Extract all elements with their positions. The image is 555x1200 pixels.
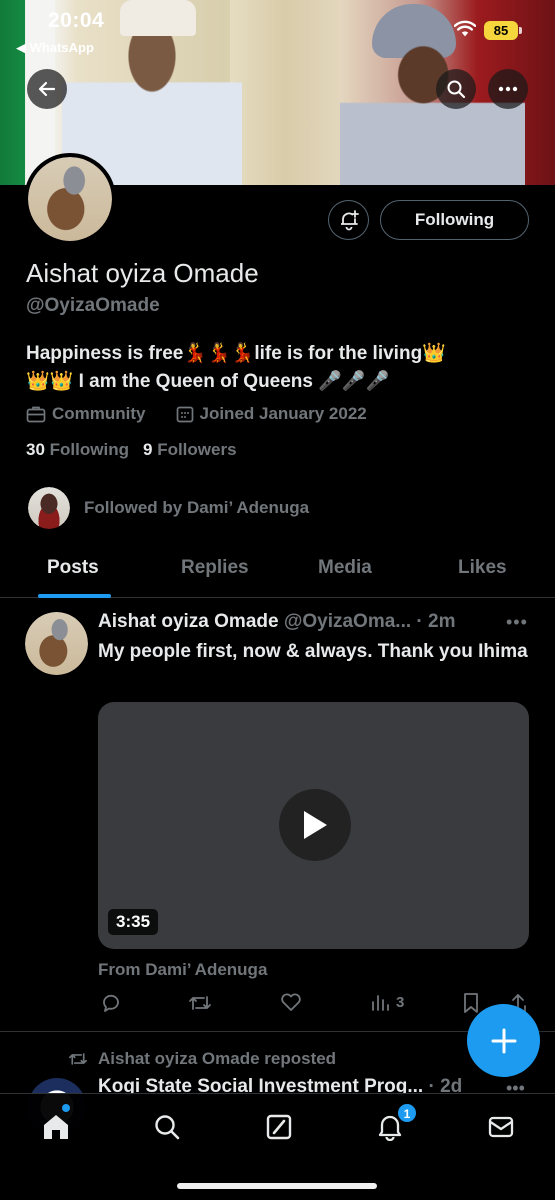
bookmark-icon [464, 993, 478, 1013]
back-button[interactable] [27, 69, 67, 109]
home-indicator [177, 1183, 377, 1189]
mail-icon [488, 1116, 514, 1138]
tweet-author[interactable]: Aishat oyiza Omade [98, 611, 279, 632]
video-duration: 3:35 [108, 909, 159, 935]
followed-by-text: Followed by Dami’ Adenuga [84, 498, 310, 517]
profile-meta: Community Joined January 2022 [26, 402, 367, 426]
reply-button[interactable] [100, 992, 122, 1014]
tweet-header: Aishat oyiza Omade @OyizaOma... · 2m [98, 611, 455, 633]
profile-avatar[interactable] [24, 153, 116, 245]
search-icon [155, 1115, 180, 1140]
nav-grok[interactable] [262, 1110, 296, 1144]
arrow-left-icon [38, 81, 56, 97]
back-to-app-link[interactable]: ◀ WhatsApp [16, 40, 94, 56]
repost-icon [69, 1053, 87, 1065]
profile-category[interactable]: Community [52, 404, 146, 424]
wifi-icon [454, 20, 476, 37]
bio-line: 👑👑 I am the Queen of Queens 🎤🎤🎤 [26, 371, 390, 392]
like-button[interactable] [280, 992, 302, 1012]
briefcase-icon [26, 406, 46, 423]
nav-messages[interactable] [484, 1110, 518, 1144]
more-horizontal-icon [498, 86, 518, 92]
compose-post-button[interactable] [467, 1004, 540, 1077]
tweet-avatar[interactable] [25, 612, 88, 675]
repost-indicator: Aishat oyiza Omade reposted [68, 1049, 336, 1069]
plus-icon [491, 1028, 516, 1053]
tweet-more-button[interactable]: ••• [506, 612, 528, 633]
profile-joined: Joined January 2022 [199, 404, 367, 423]
active-tab-indicator [38, 594, 111, 598]
play-icon [304, 811, 327, 839]
play-button[interactable] [279, 789, 351, 861]
views-chart-icon [372, 995, 389, 1011]
tab-media[interactable]: Media [318, 557, 372, 579]
status-time: 20:04 [48, 9, 105, 32]
views-button[interactable]: 3 [370, 992, 404, 1012]
calendar-icon [176, 406, 193, 423]
heart-icon [281, 993, 301, 1011]
profile-bio: Happiness is free💃💃💃life is for the livi… [26, 340, 526, 396]
followed-by[interactable]: Followed by Dami’ Adenuga [28, 487, 309, 529]
repost-label[interactable]: Aishat oyiza Omade reposted [98, 1049, 336, 1069]
more-options-button[interactable] [488, 69, 528, 109]
repost-button[interactable] [188, 992, 212, 1014]
tweet-actions: 3 [98, 992, 528, 1018]
bio-line: Happiness is free💃💃💃life is for the livi… [26, 343, 446, 364]
home-unread-dot [62, 1104, 70, 1112]
tab-likes[interactable]: Likes [458, 557, 507, 579]
bell-plus-icon [340, 210, 359, 231]
tab-posts[interactable]: Posts [47, 557, 99, 579]
profile-handle: @OyizaOmade [26, 295, 160, 316]
reply-icon [103, 994, 119, 1012]
status-bar: 20:04 ◀ WhatsApp 85 [0, 0, 555, 58]
followers-count-link[interactable]: 9 Followers [143, 440, 237, 460]
tweet-handle-time: @OyizaOma... · 2m [283, 611, 456, 632]
notifications-subscribe-button[interactable] [328, 200, 369, 240]
profile-name: Aishat oyiza Omade [26, 258, 259, 288]
grok-icon [266, 1114, 292, 1140]
search-icon [447, 80, 466, 99]
battery-indicator: 85 [484, 21, 522, 40]
following-count-link[interactable]: 30 Following [26, 440, 129, 460]
mutual-avatar [28, 487, 70, 529]
tab-replies[interactable]: Replies [181, 557, 249, 579]
repost-icon [189, 996, 211, 1010]
tweet-text: My people first, now & always. Thank you… [98, 641, 528, 662]
views-count: 3 [396, 993, 405, 1011]
video-attribution[interactable]: From Dami’ Adenuga [98, 960, 267, 980]
bookmark-button[interactable] [462, 992, 480, 1014]
search-profile-button[interactable] [436, 69, 476, 109]
following-button[interactable]: Following [380, 200, 529, 240]
nav-search[interactable] [150, 1110, 184, 1144]
follow-counts: 30 Following 9 Followers [26, 440, 237, 460]
nav-home[interactable] [39, 1110, 73, 1144]
notifications-badge: 1 [397, 1103, 417, 1123]
home-icon [44, 1115, 68, 1139]
profile-tabs: Posts Replies Media Likes [0, 545, 555, 598]
